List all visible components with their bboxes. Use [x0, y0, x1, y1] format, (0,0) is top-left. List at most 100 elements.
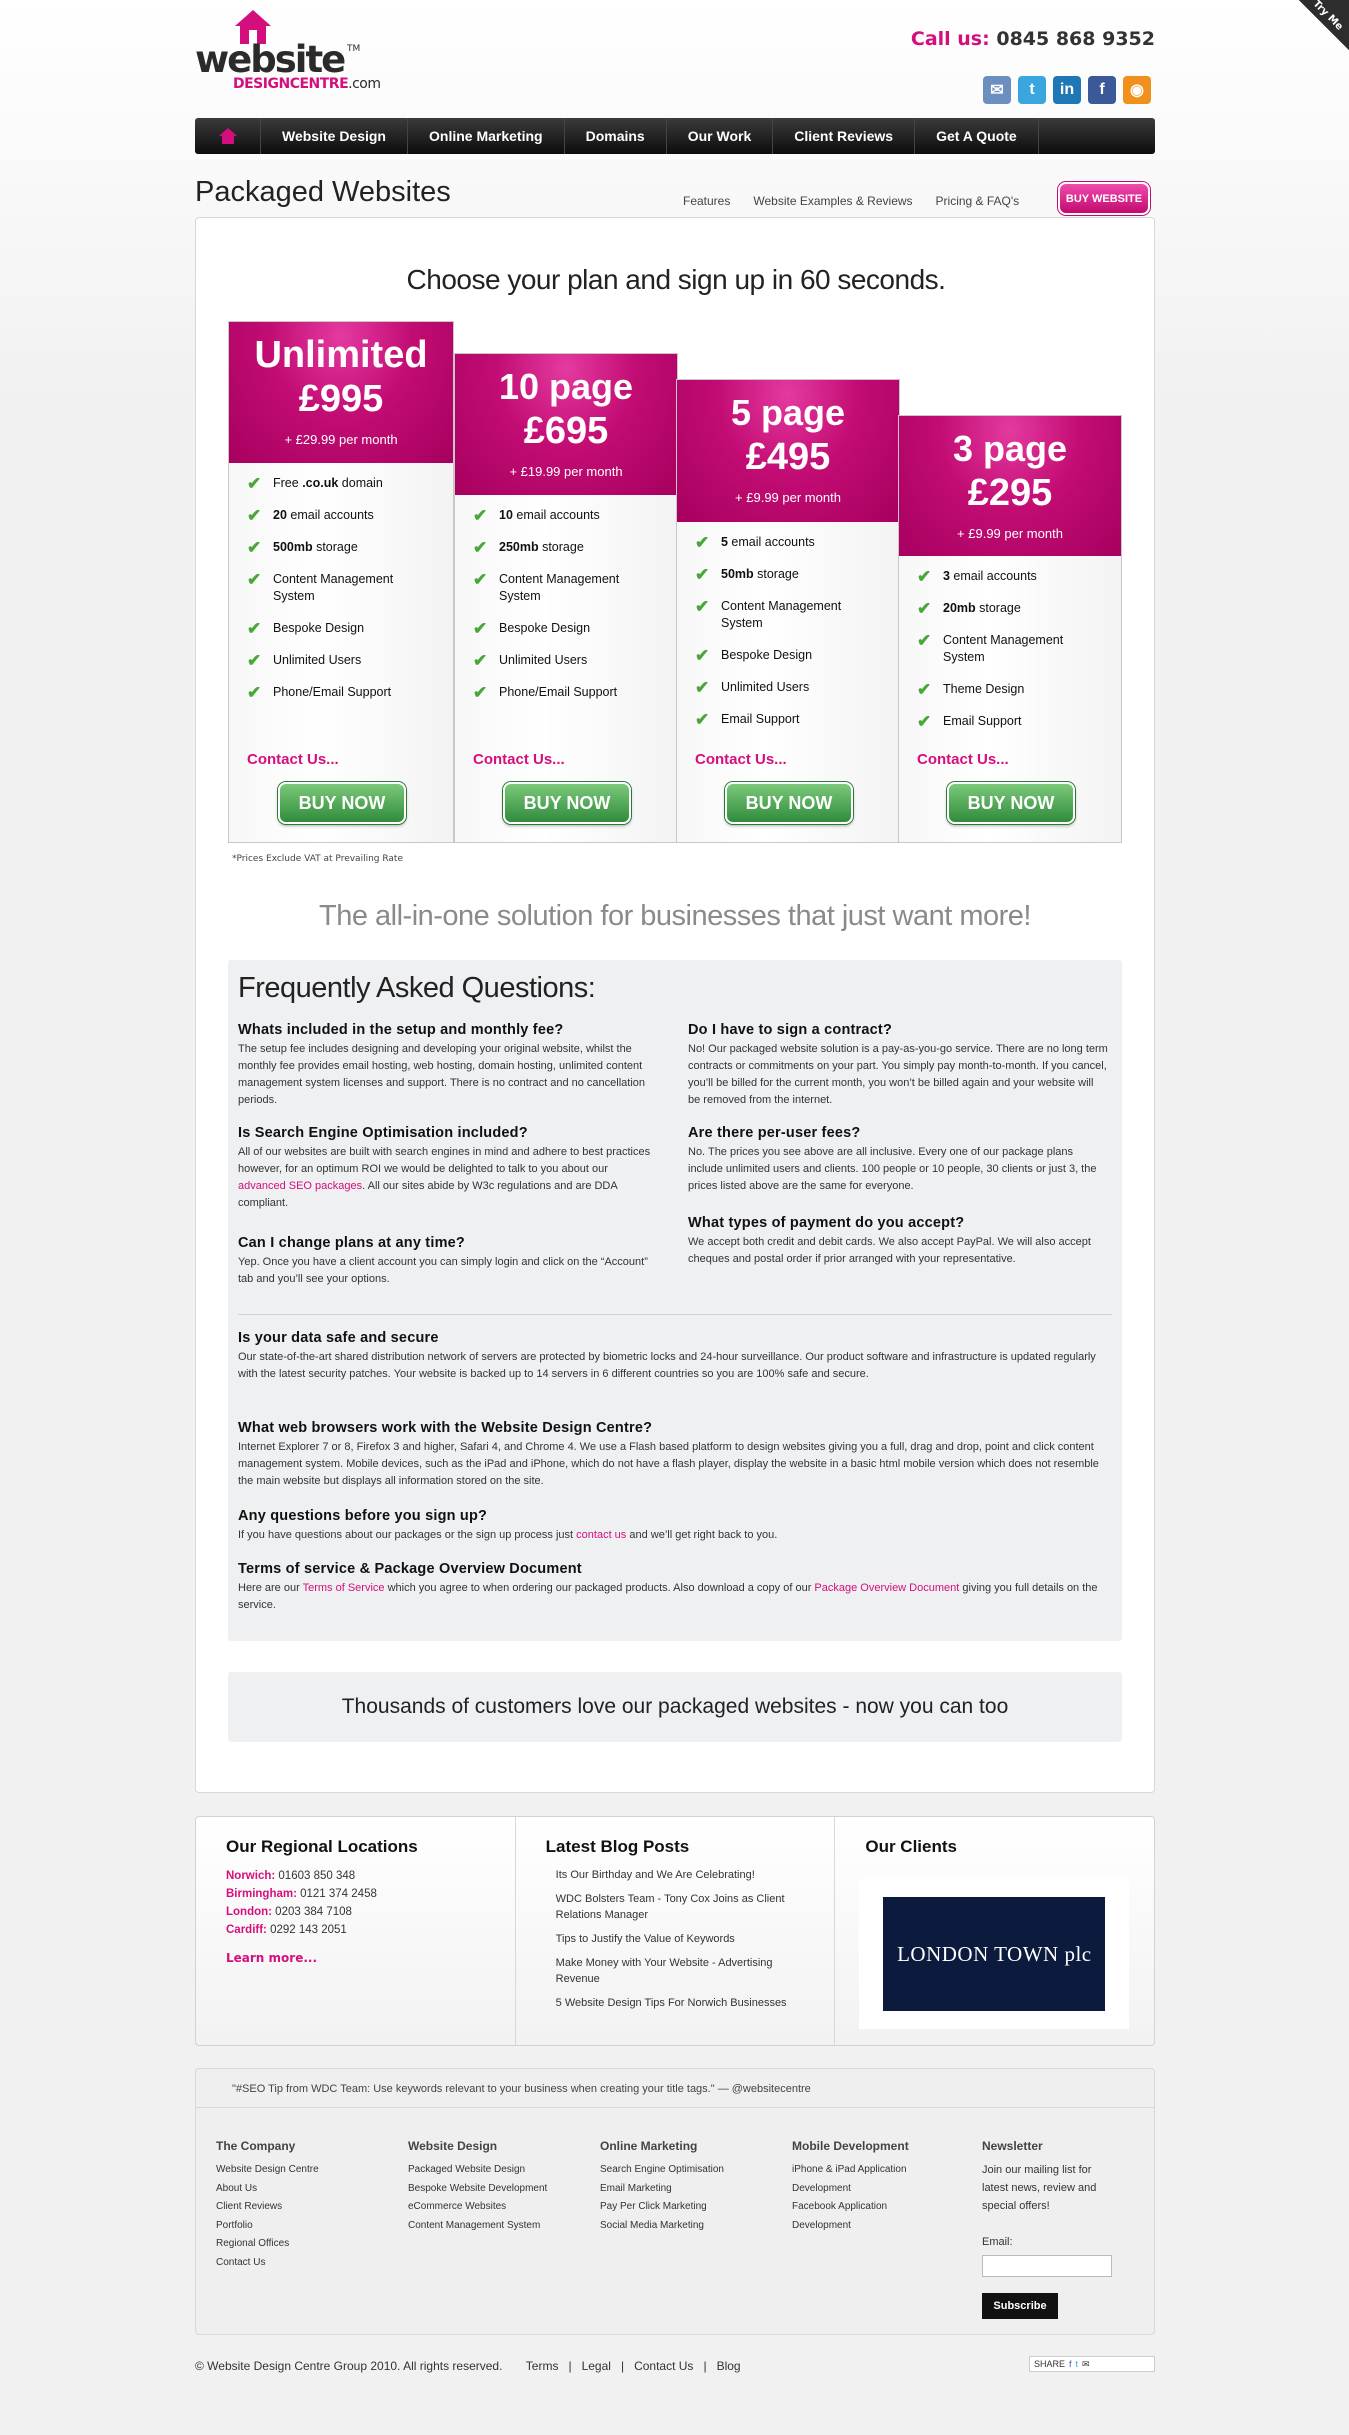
latest-tweet: "#SEO Tip from WDC Team: Use keywords re… — [232, 2083, 811, 2095]
try-me-corner[interactable]: Try Me — [1299, 0, 1349, 50]
learn-more-link[interactable]: Learn more... — [226, 1951, 485, 1965]
nav-item-client-reviews[interactable]: Client Reviews — [773, 118, 916, 154]
newsletter-email-input[interactable] — [982, 2255, 1112, 2277]
faq-answer: Here are our Terms of Service which you … — [238, 1582, 1098, 1611]
plan-contact-link[interactable]: Contact Us... — [473, 751, 565, 768]
main-nav: Website Design Online Marketing Domains Our… — [195, 118, 1155, 154]
footer-link[interactable]: Facebook Application Development — [792, 2198, 932, 2235]
logo-tm: TM — [347, 44, 361, 54]
bottom-link-contact-us[interactable]: Contact Us — [634, 2359, 693, 2373]
twitter-icon[interactable]: t — [1018, 76, 1046, 104]
footer-link[interactable]: Website Design Centre — [216, 2161, 366, 2180]
plan-feature: ✔ 20 email accounts — [247, 506, 374, 525]
nav-home[interactable] — [195, 118, 261, 154]
separator: | — [703, 2359, 707, 2373]
blog-post-link[interactable]: Tips to Justify the Value of Keywords — [546, 1931, 805, 1947]
nav-item-get-a-quote[interactable]: Get A Quote — [915, 118, 1039, 154]
footer-link[interactable]: Client Reviews — [216, 2198, 366, 2217]
footer-link[interactable]: Regional Offices — [216, 2235, 366, 2254]
share-button[interactable]: SHARE f t ✉ — [1029, 2356, 1155, 2372]
nav-item-online-marketing[interactable]: Online Marketing — [408, 118, 565, 154]
nav-item-domains[interactable]: Domains — [565, 118, 667, 154]
footer-link[interactable]: Pay Per Click Marketing — [600, 2198, 750, 2217]
plan-card-1: 10 page £695 + £19.99 per month ✔ 10 email a… — [454, 353, 678, 843]
faq-answer: The setup fee includes designing and dev… — [238, 1043, 646, 1106]
package-overview-link[interactable]: Package Overview Document — [814, 1582, 959, 1594]
newsletter: Newsletter Join our mailing list for lat… — [982, 2139, 1152, 2319]
rss-icon[interactable]: ◉ — [1123, 76, 1151, 104]
share-icons: f — [1069, 2359, 1072, 2369]
footer-link[interactable]: Portfolio — [216, 2217, 366, 2236]
faq-section: Frequently Asked Questions: Whats includ… — [228, 960, 1122, 1641]
check-icon: ✔ — [247, 619, 262, 638]
social-links: ✉ t in f ◉ — [983, 76, 1151, 104]
plan-card-0: Unlimited £995 + £29.99 per month ✔ Free .co… — [228, 321, 454, 843]
share-email-icon: ✉ — [1082, 2358, 1090, 2369]
plan-contact-link[interactable]: Contact Us... — [247, 751, 339, 768]
subnav-item-1[interactable]: Website Examples & Reviews — [753, 194, 912, 208]
check-icon: ✔ — [695, 565, 710, 584]
linkedin-icon[interactable]: in — [1053, 76, 1081, 104]
site-logo[interactable]: website TM DESIGNCENTRE.com — [195, 10, 385, 92]
blog-post-link[interactable]: WDC Bolsters Team - Tony Cox Joins as Cl… — [546, 1891, 805, 1923]
faq-divider — [238, 1314, 1112, 1315]
footer-link[interactable]: Content Management System — [408, 2217, 558, 2236]
subnav-item-2[interactable]: Pricing & FAQ's — [936, 194, 1020, 208]
buy-website-button[interactable]: BUY WEBSITE — [1058, 182, 1150, 215]
bottom-link-legal[interactable]: Legal — [582, 2359, 611, 2373]
buy-now-button[interactable]: BUY NOW — [725, 782, 853, 824]
faq-item: Do I have to sign a contract? No! Our pa… — [688, 1022, 1108, 1109]
footer-link[interactable]: eCommerce Websites — [408, 2198, 558, 2217]
nav-item-website-design[interactable]: Website Design — [261, 118, 408, 154]
plan-contact-link[interactable]: Contact Us... — [917, 751, 1009, 768]
contact-us-link[interactable]: contact us — [576, 1529, 626, 1541]
footer-link[interactable]: Social Media Marketing — [600, 2217, 750, 2236]
seo-packages-link[interactable]: advanced SEO packages — [238, 1180, 362, 1192]
plan-feature: ✔ Email Support — [695, 710, 800, 729]
facebook-icon[interactable]: f — [1088, 76, 1116, 104]
client-logo[interactable]: LONDON TOWN plc — [859, 1879, 1130, 2029]
share-twitter-icon: t — [1075, 2359, 1079, 2369]
footer-col-title: Online Marketing — [600, 2139, 698, 2153]
footer-link[interactable]: Email Marketing — [600, 2180, 750, 2199]
plan-feature: ✔ Email Support — [917, 712, 1022, 731]
check-icon: ✔ — [917, 631, 932, 650]
check-icon: ✔ — [695, 678, 710, 697]
buy-now-button[interactable]: BUY NOW — [947, 782, 1075, 824]
subnav-item-0[interactable]: Features — [683, 194, 730, 208]
check-icon: ✔ — [247, 651, 262, 670]
bottom-link-terms[interactable]: Terms — [526, 2359, 559, 2373]
plan-name: 3 page — [952, 428, 1068, 469]
footer-link[interactable]: Search Engine Optimisation — [600, 2161, 750, 2180]
plan-price: £495 — [745, 436, 831, 478]
footer-link[interactable]: About Us — [216, 2180, 366, 2199]
subscribe-button[interactable]: Subscribe — [982, 2293, 1058, 2319]
blog-post-link[interactable]: Make Money with Your Website - Advertisi… — [546, 1955, 805, 1987]
buy-now-button[interactable]: BUY NOW — [503, 782, 631, 824]
faq-item: Is your data safe and secure Our state-o… — [238, 1330, 1114, 1383]
clients-box: Our Clients LONDON TOWN plc — [835, 1817, 1154, 2045]
plan-features: ✔ 3 email accounts ✔ 20mb storage ✔ Content M… — [899, 556, 1121, 730]
blog-box: Latest Blog Posts Its Our Birthday and W… — [516, 1817, 836, 2045]
bottom-link-blog[interactable]: Blog — [717, 2359, 741, 2373]
footer-link[interactable]: Bespoke Website Development — [408, 2180, 558, 2199]
footer: "#SEO Tip from WDC Team: Use keywords re… — [195, 2068, 1155, 2335]
footer-col-title: Website Design — [408, 2139, 498, 2153]
buy-now-button[interactable]: BUY NOW — [278, 782, 406, 824]
footer-link[interactable]: Contact Us — [216, 2254, 366, 2273]
clients-title: Our Clients — [865, 1837, 957, 1856]
plan-contact-link[interactable]: Contact Us... — [695, 751, 787, 768]
all-in-one-tagline: The all-in-one solution for businesses t… — [319, 900, 1031, 932]
plan-monthly: + £9.99 per month — [957, 526, 1063, 541]
nav-item-our-work[interactable]: Our Work — [667, 118, 774, 154]
check-icon: ✔ — [917, 712, 932, 731]
plan-price: £695 — [523, 410, 609, 452]
blog-post-link[interactable]: 5 Website Design Tips For Norwich Busine… — [546, 1995, 805, 2011]
blog-post-link[interactable]: Its Our Birthday and We Are Celebrating! — [546, 1867, 805, 1883]
plan-feature: ✔ Free .co.uk domain — [247, 474, 383, 493]
footer-link[interactable]: iPhone & iPad Application Development — [792, 2161, 932, 2198]
footer-link[interactable]: Packaged Website Design — [408, 2161, 558, 2180]
email-icon[interactable]: ✉ — [983, 76, 1011, 104]
check-icon: ✔ — [695, 710, 710, 729]
terms-of-service-link[interactable]: Terms of Service — [303, 1582, 385, 1594]
